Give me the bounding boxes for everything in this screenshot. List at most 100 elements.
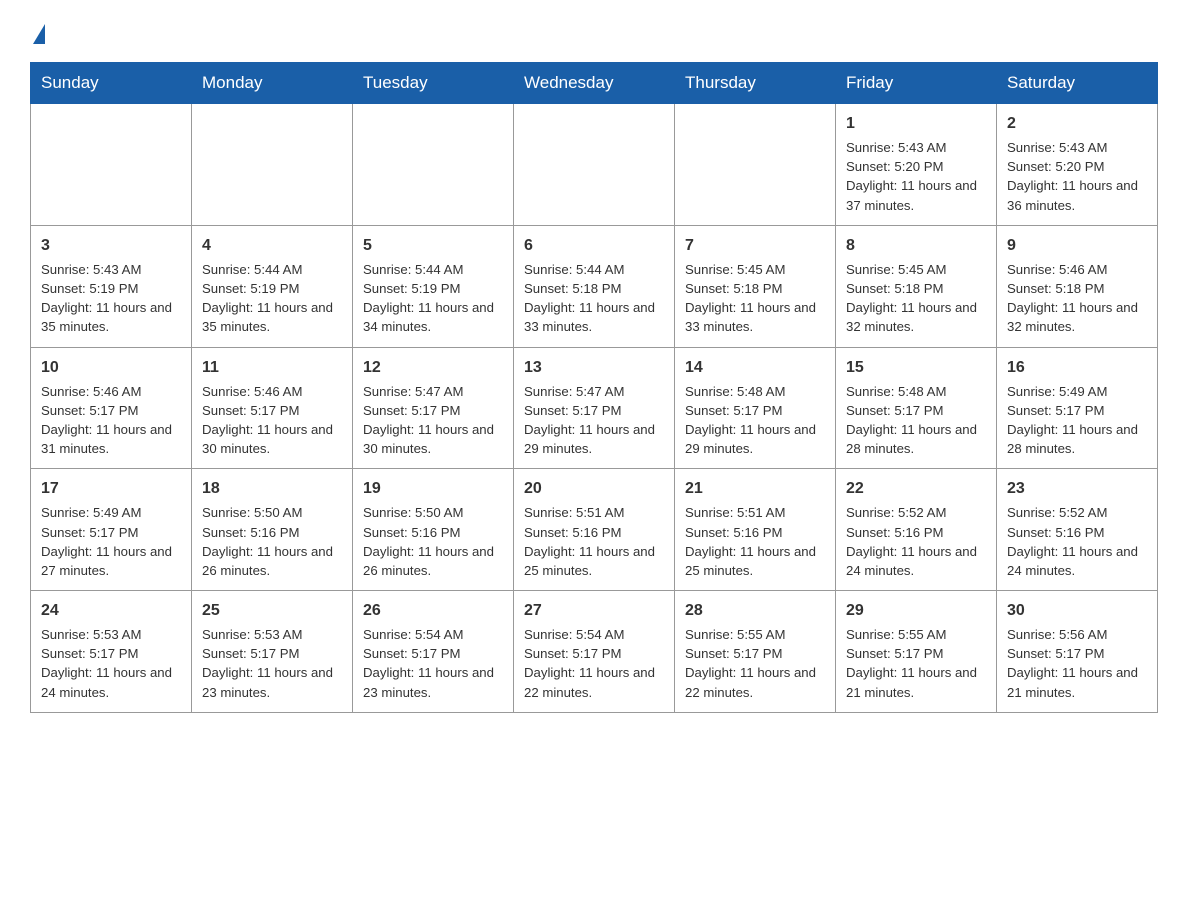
calendar-cell xyxy=(192,104,353,226)
weekday-header-row: SundayMondayTuesdayWednesdayThursdayFrid… xyxy=(31,63,1158,104)
day-info: Sunrise: 5:50 AM Sunset: 5:16 PM Dayligh… xyxy=(202,503,342,580)
day-info: Sunrise: 5:56 AM Sunset: 5:17 PM Dayligh… xyxy=(1007,625,1147,702)
day-number: 18 xyxy=(202,477,342,500)
weekday-header-tuesday: Tuesday xyxy=(353,63,514,104)
day-number: 14 xyxy=(685,356,825,379)
calendar-table: SundayMondayTuesdayWednesdayThursdayFrid… xyxy=(30,62,1158,713)
calendar-cell: 16Sunrise: 5:49 AM Sunset: 5:17 PM Dayli… xyxy=(997,347,1158,469)
calendar-cell xyxy=(353,104,514,226)
calendar-cell: 23 Sunrise: 5:52 AM Sunset: 5:16 PM Dayli… xyxy=(997,469,1158,591)
logo xyxy=(30,20,45,42)
day-info: Sunrise: 5:46 AM Sunset: 5:17 PM Dayligh… xyxy=(202,382,342,459)
day-number: 1 xyxy=(846,112,986,135)
day-number: 20 xyxy=(524,477,664,500)
day-info: Sunrise: 5:48 AM Sunset: 5:17 PM Dayligh… xyxy=(685,382,825,459)
day-number: 21 xyxy=(685,477,825,500)
weekday-header-thursday: Thursday xyxy=(675,63,836,104)
logo-triangle-icon xyxy=(33,24,45,44)
day-number: 28 xyxy=(685,599,825,622)
weekday-header-wednesday: Wednesday xyxy=(514,63,675,104)
day-info: Sunrise: 5:50 AM Sunset: 5:16 PM Dayligh… xyxy=(363,503,503,580)
calendar-cell xyxy=(514,104,675,226)
calendar-cell: 25 Sunrise: 5:53 AM Sunset: 5:17 PM Dayli… xyxy=(192,591,353,713)
page-header xyxy=(30,20,1158,42)
day-info: Sunrise: 5:47 AM Sunset: 5:17 PM Dayligh… xyxy=(363,382,503,459)
day-number: 29 xyxy=(846,599,986,622)
calendar-cell: 9 Sunrise: 5:46 AM Sunset: 5:18 PM Daylig… xyxy=(997,225,1158,347)
day-info: Sunrise: 5:55 AM Sunset: 5:17 PM Dayligh… xyxy=(846,625,986,702)
day-info: Sunrise: 5:44 AM Sunset: 5:18 PM Dayligh… xyxy=(524,260,664,337)
day-number: 6 xyxy=(524,234,664,257)
day-number: 22 xyxy=(846,477,986,500)
weekday-header-sunday: Sunday xyxy=(31,63,192,104)
day-number: 30 xyxy=(1007,599,1147,622)
calendar-cell: 10Sunrise: 5:46 AM Sunset: 5:17 PM Dayli… xyxy=(31,347,192,469)
week-row-3: 10Sunrise: 5:46 AM Sunset: 5:17 PM Dayli… xyxy=(31,347,1158,469)
calendar-cell: 2 Sunrise: 5:43 AM Sunset: 5:20 PM Daylig… xyxy=(997,104,1158,226)
day-info: Sunrise: 5:51 AM Sunset: 5:16 PM Dayligh… xyxy=(685,503,825,580)
day-info: Sunrise: 5:53 AM Sunset: 5:17 PM Dayligh… xyxy=(41,625,181,702)
calendar-cell: 6 Sunrise: 5:44 AM Sunset: 5:18 PM Daylig… xyxy=(514,225,675,347)
day-info: Sunrise: 5:49 AM Sunset: 5:17 PM Dayligh… xyxy=(41,503,181,580)
day-number: 9 xyxy=(1007,234,1147,257)
day-number: 11 xyxy=(202,356,342,379)
week-row-4: 17 Sunrise: 5:49 AM Sunset: 5:17 PM Dayli… xyxy=(31,469,1158,591)
day-info: Sunrise: 5:45 AM Sunset: 5:18 PM Dayligh… xyxy=(846,260,986,337)
day-info: Sunrise: 5:52 AM Sunset: 5:16 PM Dayligh… xyxy=(846,503,986,580)
calendar-cell: 18 Sunrise: 5:50 AM Sunset: 5:16 PM Dayli… xyxy=(192,469,353,591)
day-info: Sunrise: 5:54 AM Sunset: 5:17 PM Dayligh… xyxy=(363,625,503,702)
day-number: 15 xyxy=(846,356,986,379)
day-info: Sunrise: 5:52 AM Sunset: 5:16 PM Dayligh… xyxy=(1007,503,1147,580)
day-number: 4 xyxy=(202,234,342,257)
calendar-cell xyxy=(31,104,192,226)
calendar-cell: 14 Sunrise: 5:48 AM Sunset: 5:17 PM Dayli… xyxy=(675,347,836,469)
calendar-cell: 30 Sunrise: 5:56 AM Sunset: 5:17 PM Dayli… xyxy=(997,591,1158,713)
day-number: 25 xyxy=(202,599,342,622)
day-number: 19 xyxy=(363,477,503,500)
day-number: 13 xyxy=(524,356,664,379)
calendar-cell: 4 Sunrise: 5:44 AM Sunset: 5:19 PM Daylig… xyxy=(192,225,353,347)
weekday-header-friday: Friday xyxy=(836,63,997,104)
day-number: 26 xyxy=(363,599,503,622)
day-number: 24 xyxy=(41,599,181,622)
calendar-cell: 17 Sunrise: 5:49 AM Sunset: 5:17 PM Dayli… xyxy=(31,469,192,591)
day-number: 27 xyxy=(524,599,664,622)
calendar-cell: 15Sunrise: 5:48 AM Sunset: 5:17 PM Dayli… xyxy=(836,347,997,469)
calendar-cell: 8Sunrise: 5:45 AM Sunset: 5:18 PM Daylig… xyxy=(836,225,997,347)
calendar-cell xyxy=(675,104,836,226)
weekday-header-monday: Monday xyxy=(192,63,353,104)
day-info: Sunrise: 5:44 AM Sunset: 5:19 PM Dayligh… xyxy=(202,260,342,337)
day-info: Sunrise: 5:46 AM Sunset: 5:18 PM Dayligh… xyxy=(1007,260,1147,337)
day-info: Sunrise: 5:53 AM Sunset: 5:17 PM Dayligh… xyxy=(202,625,342,702)
day-number: 3 xyxy=(41,234,181,257)
day-info: Sunrise: 5:55 AM Sunset: 5:17 PM Dayligh… xyxy=(685,625,825,702)
day-info: Sunrise: 5:49 AM Sunset: 5:17 PM Dayligh… xyxy=(1007,382,1147,459)
day-number: 5 xyxy=(363,234,503,257)
calendar-cell: 7Sunrise: 5:45 AM Sunset: 5:18 PM Daylig… xyxy=(675,225,836,347)
calendar-cell: 11 Sunrise: 5:46 AM Sunset: 5:17 PM Dayli… xyxy=(192,347,353,469)
day-info: Sunrise: 5:54 AM Sunset: 5:17 PM Dayligh… xyxy=(524,625,664,702)
calendar-cell: 12 Sunrise: 5:47 AM Sunset: 5:17 PM Dayli… xyxy=(353,347,514,469)
day-info: Sunrise: 5:43 AM Sunset: 5:19 PM Dayligh… xyxy=(41,260,181,337)
calendar-cell: 27 Sunrise: 5:54 AM Sunset: 5:17 PM Dayli… xyxy=(514,591,675,713)
calendar-cell: 24 Sunrise: 5:53 AM Sunset: 5:17 PM Dayli… xyxy=(31,591,192,713)
day-number: 12 xyxy=(363,356,503,379)
calendar-cell: 1 Sunrise: 5:43 AM Sunset: 5:20 PM Daylig… xyxy=(836,104,997,226)
calendar-cell: 28 Sunrise: 5:55 AM Sunset: 5:17 PM Dayli… xyxy=(675,591,836,713)
calendar-cell: 20 Sunrise: 5:51 AM Sunset: 5:16 PM Dayli… xyxy=(514,469,675,591)
calendar-cell: 13Sunrise: 5:47 AM Sunset: 5:17 PM Dayli… xyxy=(514,347,675,469)
calendar-cell: 5 Sunrise: 5:44 AM Sunset: 5:19 PM Daylig… xyxy=(353,225,514,347)
day-number: 17 xyxy=(41,477,181,500)
calendar-cell: 22 Sunrise: 5:52 AM Sunset: 5:16 PM Dayli… xyxy=(836,469,997,591)
day-number: 23 xyxy=(1007,477,1147,500)
day-number: 2 xyxy=(1007,112,1147,135)
day-info: Sunrise: 5:51 AM Sunset: 5:16 PM Dayligh… xyxy=(524,503,664,580)
calendar-cell: 26 Sunrise: 5:54 AM Sunset: 5:17 PM Dayli… xyxy=(353,591,514,713)
calendar-cell: 29 Sunrise: 5:55 AM Sunset: 5:17 PM Dayli… xyxy=(836,591,997,713)
day-info: Sunrise: 5:44 AM Sunset: 5:19 PM Dayligh… xyxy=(363,260,503,337)
day-info: Sunrise: 5:43 AM Sunset: 5:20 PM Dayligh… xyxy=(1007,138,1147,215)
week-row-5: 24 Sunrise: 5:53 AM Sunset: 5:17 PM Dayli… xyxy=(31,591,1158,713)
calendar-cell: 21 Sunrise: 5:51 AM Sunset: 5:16 PM Dayli… xyxy=(675,469,836,591)
week-row-2: 3 Sunrise: 5:43 AM Sunset: 5:19 PM Daylig… xyxy=(31,225,1158,347)
day-info: Sunrise: 5:43 AM Sunset: 5:20 PM Dayligh… xyxy=(846,138,986,215)
